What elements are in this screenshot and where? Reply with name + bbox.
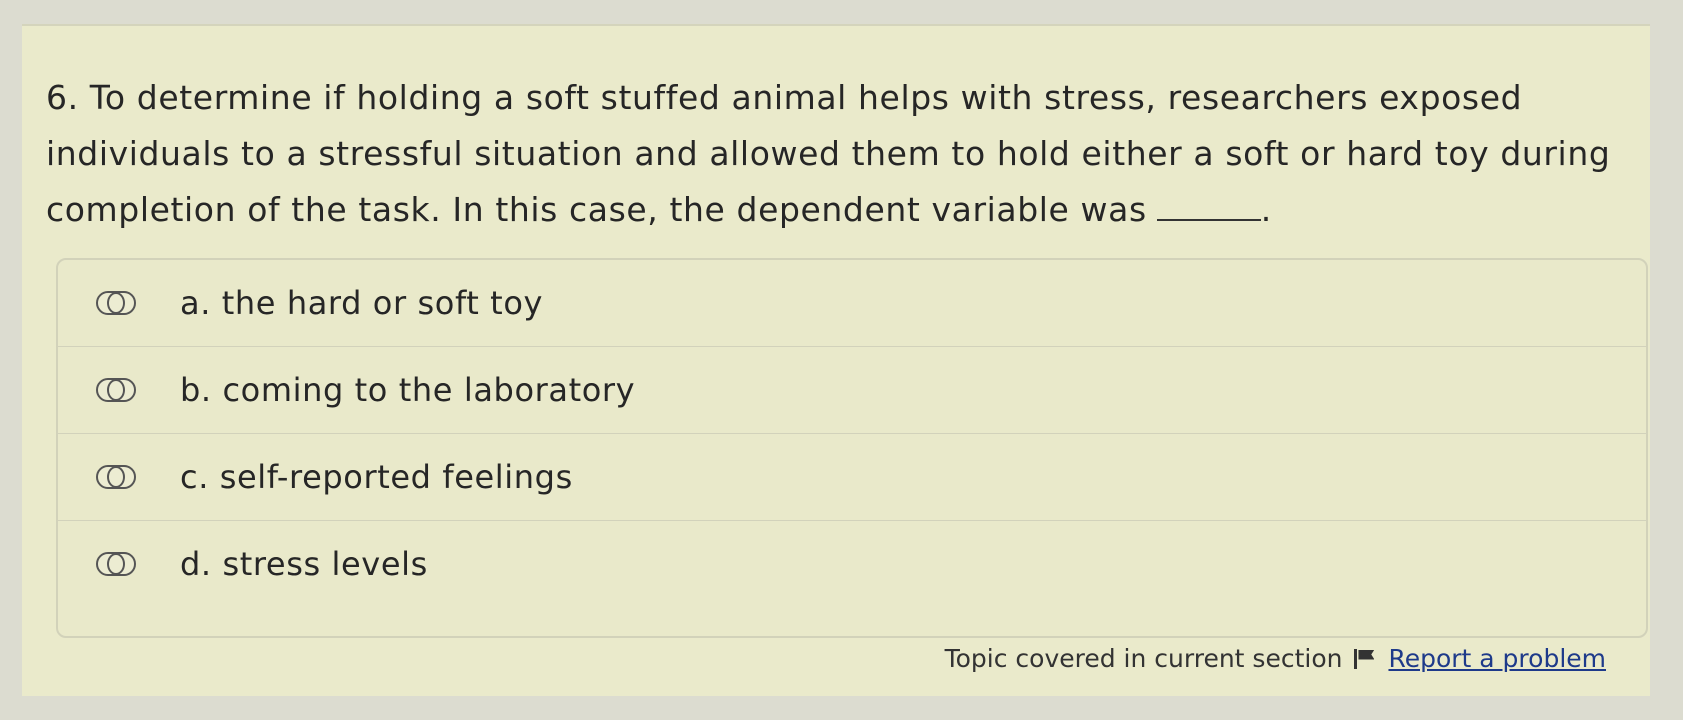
radio-button-icon[interactable] [96, 291, 136, 315]
radio-button-icon[interactable] [96, 465, 136, 489]
option-label: b. coming to the laboratory [180, 371, 636, 409]
topic-covered-text: Topic covered in current section [944, 644, 1343, 673]
radio-button-icon[interactable] [96, 378, 136, 402]
question-card: 6. To determine if holding a soft stuffe… [22, 24, 1650, 696]
report-problem-link[interactable]: Report a problem [1388, 644, 1606, 673]
answer-blank [1156, 189, 1261, 221]
option-a[interactable]: a. the hard or soft toy [58, 260, 1646, 347]
answer-options: a. the hard or soft toy b. coming to the… [56, 258, 1648, 638]
question-end-punctuation: . [1260, 190, 1272, 229]
option-c[interactable]: c. self-reported feelings [58, 434, 1646, 521]
question-text-container: 6. To determine if holding a soft stuffe… [46, 70, 1646, 238]
option-d[interactable]: d. stress levels [58, 521, 1646, 607]
option-label: a. the hard or soft toy [180, 284, 544, 322]
radio-button-icon[interactable] [96, 552, 136, 576]
option-label: d. stress levels [180, 545, 428, 583]
flag-icon[interactable] [1354, 648, 1376, 669]
option-b[interactable]: b. coming to the laboratory [58, 347, 1646, 434]
question-text: 6. To determine if holding a soft stuffe… [46, 78, 1611, 229]
question-footer: Topic covered in current section Report … [945, 644, 1606, 673]
option-label: c. self-reported feelings [180, 458, 573, 496]
